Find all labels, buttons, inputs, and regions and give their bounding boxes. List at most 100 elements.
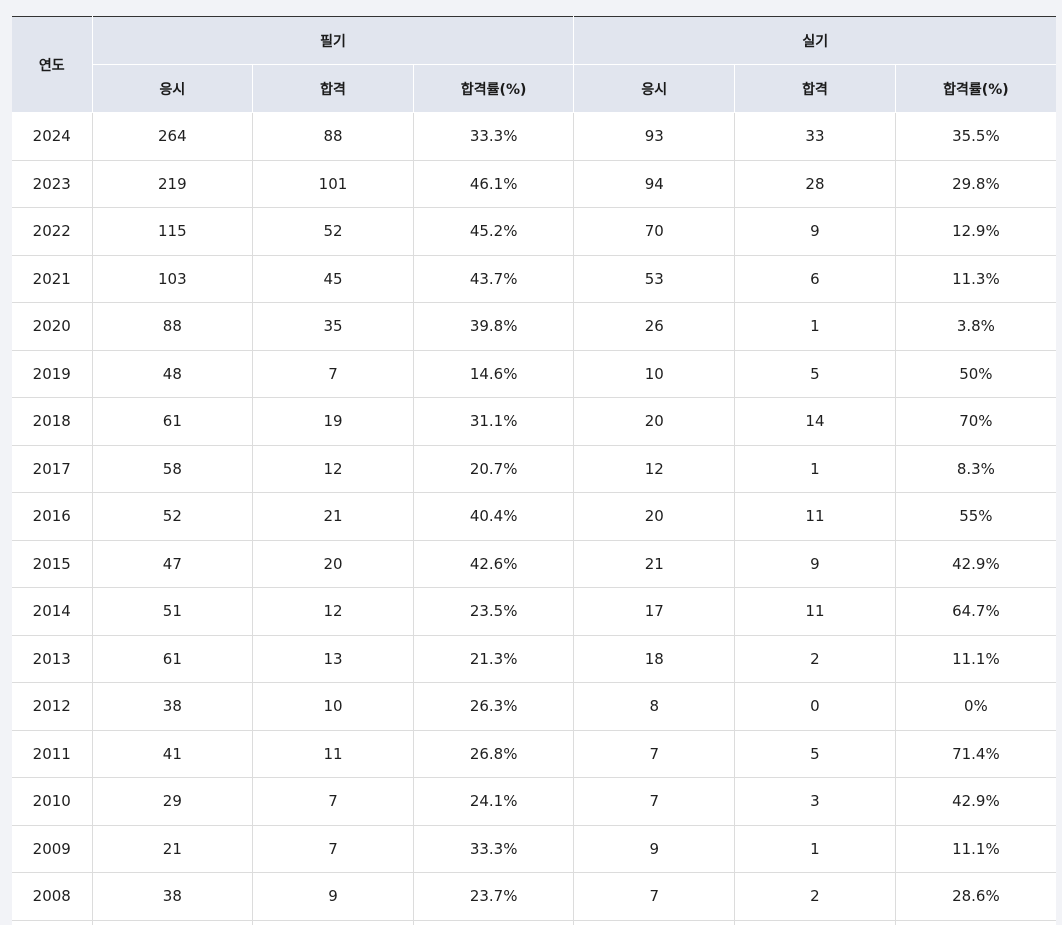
cell-written-pass-rate: 39.8% [413,302,575,351]
cell-practical-pass-rate: 0% [895,682,1056,731]
cell-written-applicants [92,920,254,925]
table-row: 2016 52 21 40.4% 20 11 55% [12,492,1056,541]
cell-practical-passed: 0 [734,682,896,731]
cell-year: 2017 [12,445,93,493]
cell-practical-pass-rate: 3.8% [895,302,1056,351]
table-row: 2024 264 88 33.3% 93 33 35.5% [12,112,1056,161]
cell-written-pass-rate: 26.8% [413,730,575,778]
table-row: 2009 21 7 33.3% 9 1 11.1% [12,825,1056,873]
cell-written-pass-rate: 26.3% [413,682,575,731]
cell-written-pass-rate: 21.3% [413,635,575,683]
cell-written-passed: 11 [252,730,414,778]
cell-written-applicants: 52 [92,492,254,541]
table-row: 2011 41 11 26.8% 7 5 71.4% [12,730,1056,778]
cell-written-pass-rate: 45.2% [413,207,575,256]
cell-practical-applicants: 10 [573,350,736,398]
header-practical-group: 실기 [573,16,1056,65]
table-row: 2013 61 13 21.3% 18 2 11.1% [12,635,1056,683]
cell-practical-passed: 28 [734,160,896,208]
cell-year: 2009 [12,825,93,873]
cell-written-applicants: 219 [92,160,254,208]
cell-practical-passed: 3 [734,777,896,826]
cell-written-passed: 52 [252,207,414,256]
cell-practical-pass-rate: 35.5% [895,112,1056,161]
cell-written-passed [252,920,414,925]
cell-practical-applicants: 93 [573,112,736,161]
cell-written-passed: 35 [252,302,414,351]
pass-rate-table-container: 연도 필기 실기 응시 합격 합격률(%) 응시 합격 합격률(%) 2024 2… [12,16,1056,925]
cell-practical-passed: 5 [734,350,896,398]
table-row: 2012 38 10 26.3% 8 0 0% [12,682,1056,731]
cell-written-applicants: 38 [92,682,254,731]
cell-written-applicants: 38 [92,872,254,921]
cell-practical-pass-rate: 28.6% [895,872,1056,921]
cell-written-pass-rate: 42.6% [413,540,575,588]
cell-year: 2008 [12,872,93,921]
cell-year: 2015 [12,540,93,588]
table-row: 2021 103 45 43.7% 53 6 11.3% [12,255,1056,303]
table-row: 2017 58 12 20.7% 12 1 8.3% [12,445,1056,493]
cell-written-applicants: 264 [92,112,254,161]
cell-practical-pass-rate: 11.1% [895,825,1056,873]
cell-written-passed: 9 [252,872,414,921]
cell-year: 2011 [12,730,93,778]
header-practical-pass-rate: 합격률(%) [895,64,1056,113]
cell-practical-applicants: 21 [573,540,736,588]
cell-practical-applicants: 8 [573,682,736,731]
header-written-pass-rate: 합격률(%) [413,64,575,113]
cell-practical-applicants: 94 [573,160,736,208]
cell-practical-passed: 1 [734,302,896,351]
cell-practical-passed: 33 [734,112,896,161]
cell-practical-passed: 2 [734,872,896,921]
cell-written-applicants: 61 [92,397,254,446]
cell-written-pass-rate: 31.1% [413,397,575,446]
cell-practical-passed: 11 [734,492,896,541]
cell-practical-pass-rate [895,920,1056,925]
cell-practical-pass-rate: 11.3% [895,255,1056,303]
table-row: 2019 48 7 14.6% 10 5 50% [12,350,1056,398]
cell-year: 2023 [12,160,93,208]
cell-practical-applicants: 7 [573,730,736,778]
cell-written-applicants: 29 [92,777,254,826]
cell-year: 2013 [12,635,93,683]
cell-written-passed: 88 [252,112,414,161]
cell-written-applicants: 61 [92,635,254,683]
header-year: 연도 [12,16,93,113]
cell-practical-pass-rate: 64.7% [895,587,1056,636]
cell-year: 2020 [12,302,93,351]
table-body: 2024 264 88 33.3% 93 33 35.5% 2023 219 101 46.1% 94… [12,112,1056,925]
cell-written-passed: 10 [252,682,414,731]
cell-written-pass-rate: 33.3% [413,825,575,873]
cell-written-applicants: 88 [92,302,254,351]
cell-practical-passed: 1 [734,445,896,493]
cell-practical-applicants: 70 [573,207,736,256]
cell-practical-pass-rate: 11.1% [895,635,1056,683]
cell-practical-pass-rate: 42.9% [895,540,1056,588]
cell-written-passed: 7 [252,825,414,873]
table-row [12,920,1056,925]
cell-practical-passed: 6 [734,255,896,303]
cell-practical-applicants: 7 [573,777,736,826]
cell-practical-pass-rate: 50% [895,350,1056,398]
cell-written-passed: 45 [252,255,414,303]
cell-written-applicants: 51 [92,587,254,636]
cell-practical-passed: 14 [734,397,896,446]
cell-practical-passed [734,920,896,925]
cell-year: 2010 [12,777,93,826]
table-row: 2010 29 7 24.1% 7 3 42.9% [12,777,1056,826]
cell-written-applicants: 41 [92,730,254,778]
cell-practical-pass-rate: 42.9% [895,777,1056,826]
table-row: 2015 47 20 42.6% 21 9 42.9% [12,540,1056,588]
cell-practical-pass-rate: 29.8% [895,160,1056,208]
cell-practical-applicants: 18 [573,635,736,683]
cell-written-pass-rate: 40.4% [413,492,575,541]
cell-year: 2016 [12,492,93,541]
table-row: 2008 38 9 23.7% 7 2 28.6% [12,872,1056,921]
cell-year: 2021 [12,255,93,303]
table-row: 2014 51 12 23.5% 17 11 64.7% [12,587,1056,636]
header-written-applicants: 응시 [92,64,254,113]
cell-written-pass-rate [413,920,575,925]
cell-written-passed: 101 [252,160,414,208]
header-practical-applicants: 응시 [573,64,736,113]
cell-written-passed: 12 [252,445,414,493]
